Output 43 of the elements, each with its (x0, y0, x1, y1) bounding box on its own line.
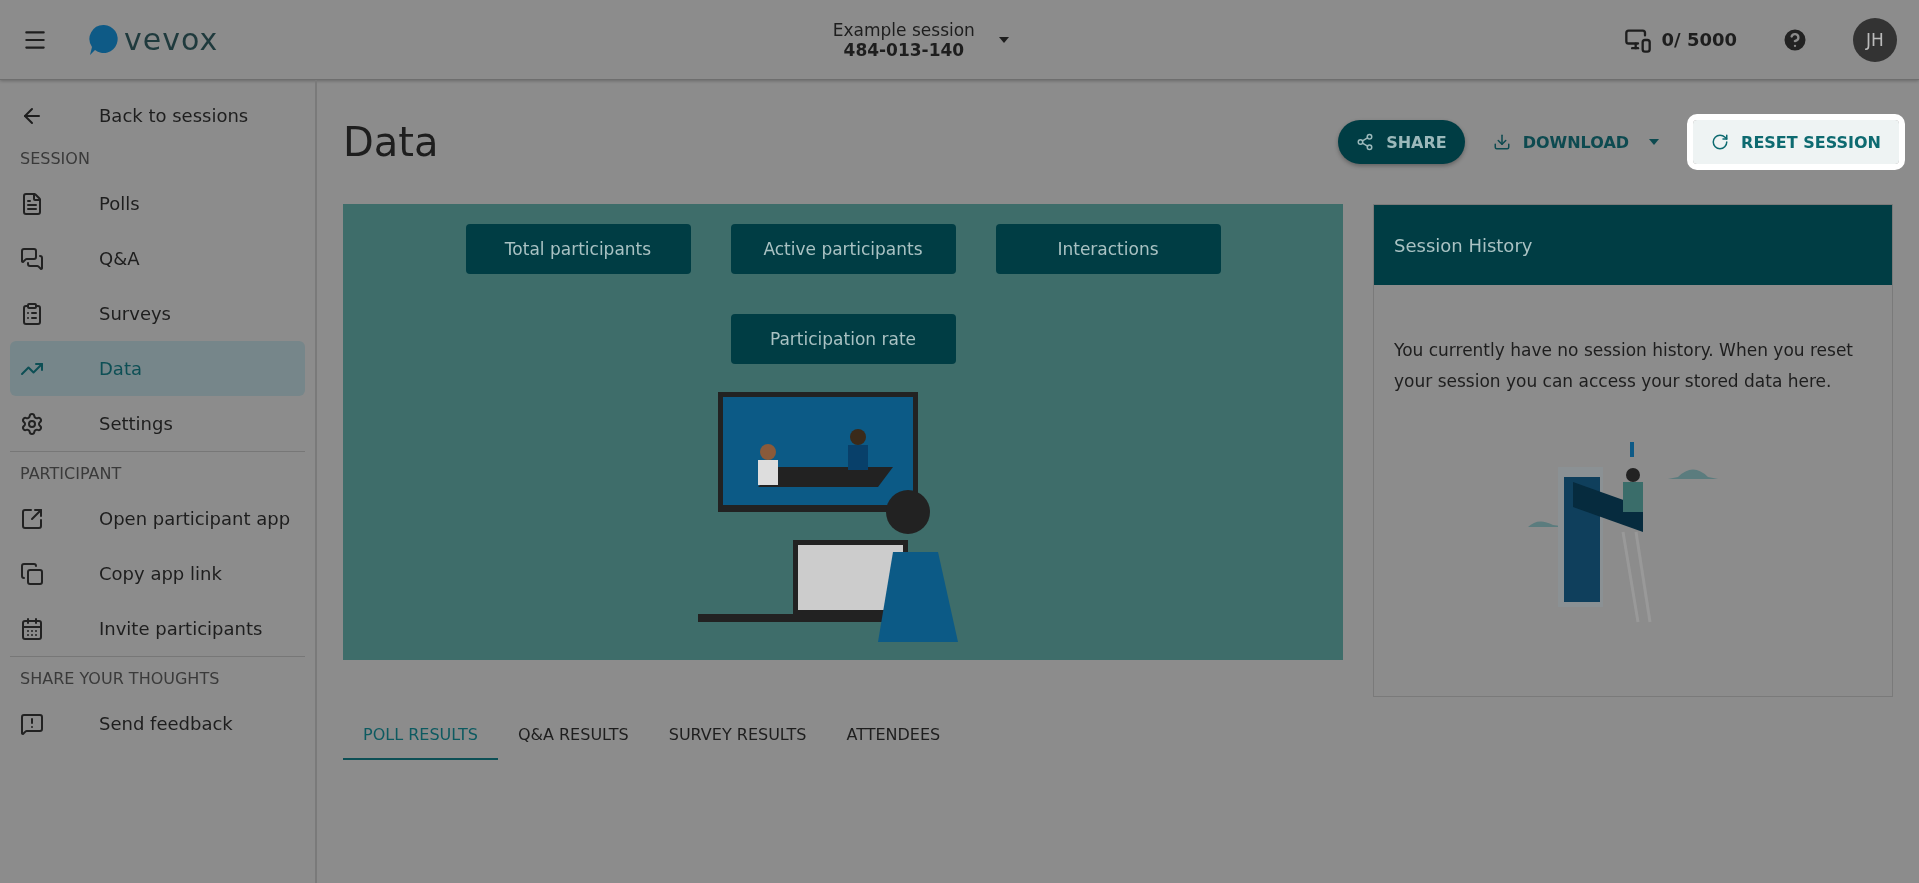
sidebar-item[interactable]: Settings (10, 396, 305, 451)
sidebar-item[interactable]: Open participant app (10, 491, 305, 546)
section-heading: SESSION (19, 148, 91, 170)
metric-button[interactable]: Active participants (730, 224, 956, 274)
nav-icon (20, 246, 44, 271)
sidebar-item[interactable]: Q&A (10, 231, 305, 286)
download-button[interactable]: DOWNLOAD (1474, 120, 1678, 164)
logo-icon (88, 22, 120, 57)
nav-icon (20, 506, 44, 531)
back-link[interactable]: Back to sessions (10, 88, 305, 143)
sidebar-item[interactable]: Invite participants (10, 601, 305, 656)
sidebar-item[interactable]: Copy app link (10, 546, 305, 601)
results-tab[interactable]: Q&A RESULTS (497, 711, 649, 760)
nav-icon (20, 191, 44, 216)
share-icon (1356, 133, 1375, 151)
reset-icon (1711, 133, 1730, 151)
metric-button[interactable]: Interactions (995, 224, 1221, 274)
metric-button[interactable]: Participation rate (730, 314, 956, 364)
section-heading: PARTICIPANT (19, 463, 123, 485)
caret-icon (1649, 139, 1660, 145)
share-button[interactable]: SHARE (1338, 120, 1465, 164)
results-tab[interactable]: ATTENDEES (826, 711, 961, 760)
nav-icon (20, 411, 44, 436)
participant-count: 0/ 5000 (1661, 29, 1737, 50)
caret-icon[interactable] (998, 36, 1009, 43)
page-title: Data (343, 119, 439, 165)
download-icon (1492, 133, 1511, 151)
session-name: Example session (832, 19, 975, 40)
sidebar-item[interactable]: Send feedback (10, 696, 305, 751)
session-code: 484-013-140 (843, 39, 965, 60)
nav-icon (20, 711, 44, 736)
nav-icon (20, 561, 44, 586)
empty-message: You currently have no session history. When you reset your session you can access your stored data here. (1394, 339, 1855, 393)
metric-button[interactable]: Total participants (465, 224, 691, 274)
user-avatar[interactable]: JH (1853, 17, 1897, 62)
nav-icon (20, 301, 44, 326)
card-title: Session History (1394, 234, 1533, 256)
nav-icon (20, 616, 44, 641)
logo-text: vevox (124, 22, 219, 57)
section-heading: SHARE YOUR THOUGHTS (19, 668, 221, 690)
sidebar-item[interactable]: Surveys (10, 286, 305, 341)
results-tab[interactable]: SURVEY RESULTS (648, 711, 827, 760)
sidebar-item[interactable]: Polls (10, 176, 305, 231)
